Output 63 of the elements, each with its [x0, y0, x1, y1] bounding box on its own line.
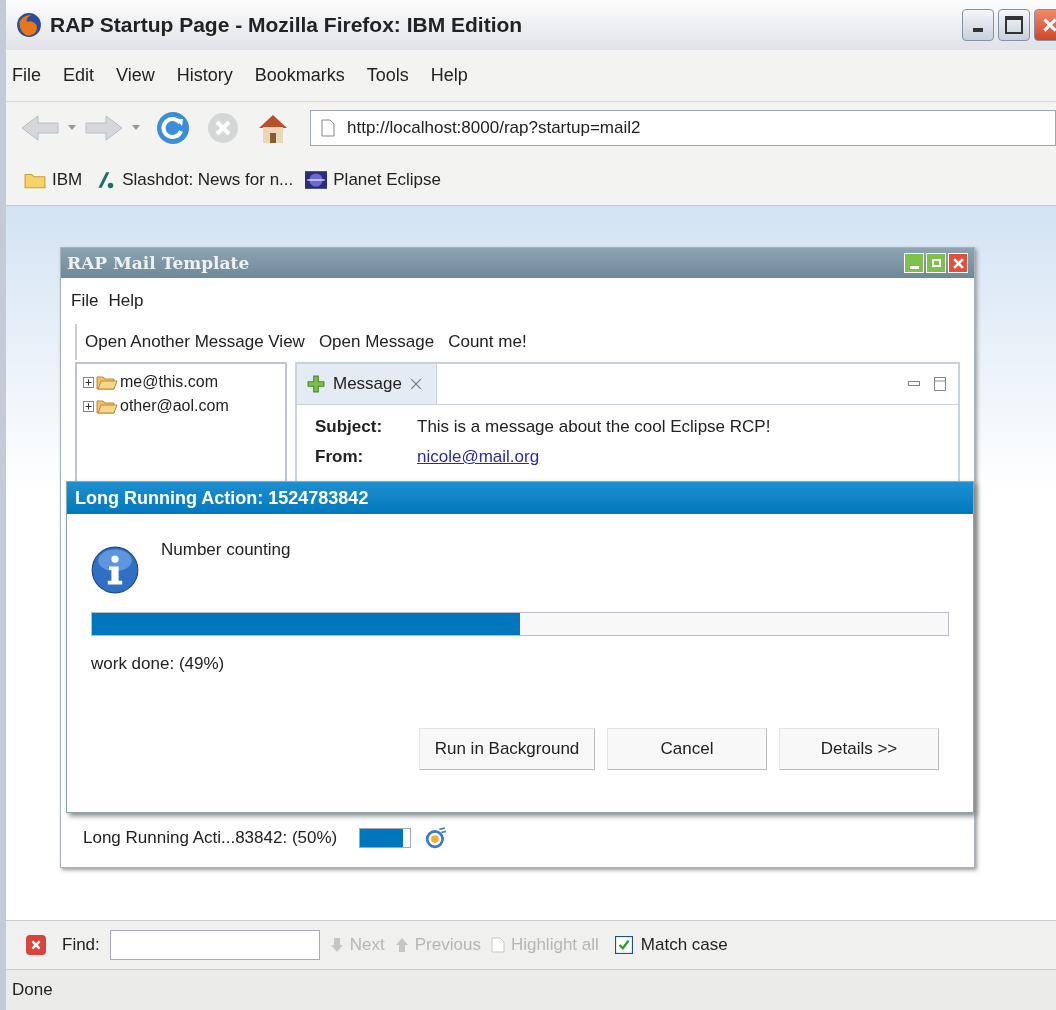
- page-icon: [490, 937, 505, 953]
- folder-icon: [96, 398, 118, 414]
- address-field[interactable]: http://localhost:8000/rap?startup=mail2: [310, 110, 1056, 146]
- window-title: RAP Mail Template: [67, 253, 251, 273]
- mini-progress-bar: [359, 828, 412, 848]
- bookmark-item[interactable]: IBM: [24, 169, 83, 190]
- menu-item[interactable]: History: [176, 65, 233, 86]
- up-arrow-icon: [394, 937, 409, 953]
- expander-icon[interactable]: [83, 400, 94, 412]
- progress-status: Long Running Acti...83842: (50%): [83, 828, 338, 848]
- minimize-icon[interactable]: [908, 381, 920, 387]
- planet-icon: [305, 170, 328, 189]
- menu-item[interactable]: Help: [430, 65, 468, 86]
- window-title: RAP Startup Page - Mozilla Firefox: IBM Edition: [50, 13, 524, 37]
- menu-item[interactable]: Bookmarks: [254, 65, 345, 86]
- menu-item[interactable]: Tools: [366, 65, 409, 86]
- dropdown-icon[interactable]: [132, 125, 140, 131]
- editor-tab[interactable]: Message: [297, 364, 437, 404]
- dialog-button[interactable]: Cancel: [607, 728, 767, 770]
- info-icon: [91, 546, 139, 594]
- close-button[interactable]: [26, 935, 46, 955]
- menu-item[interactable]: Edit: [63, 65, 95, 86]
- progress-icon[interactable]: [425, 827, 448, 849]
- checkbox[interactable]: [614, 936, 633, 954]
- progress-text: work done: (49%): [91, 654, 226, 674]
- maximize-icon[interactable]: [934, 377, 946, 391]
- folder-icon: [96, 374, 118, 390]
- dropdown-icon[interactable]: [68, 125, 76, 131]
- down-arrow-icon: [329, 937, 344, 953]
- dialog-button[interactable]: Details >>: [779, 728, 939, 770]
- tree-item[interactable]: me@this.com: [120, 373, 219, 391]
- checkbox-label[interactable]: Match case: [640, 935, 728, 955]
- menu-item[interactable]: View: [116, 65, 155, 86]
- field-label: From:: [315, 447, 365, 467]
- dialog-message: Number counting: [161, 540, 291, 561]
- close-icon: [952, 257, 964, 269]
- field-label: Subject:: [315, 417, 384, 437]
- plus-icon: [307, 375, 325, 393]
- minimize-button[interactable]: [962, 9, 994, 41]
- close-icon: [1043, 18, 1056, 32]
- expander-icon[interactable]: [83, 376, 94, 388]
- close-icon[interactable]: [410, 378, 422, 390]
- toolbar-button[interactable]: Count me!: [448, 332, 527, 352]
- find-field[interactable]: [109, 930, 320, 960]
- dialog-title: Long Running Action: 1524783842: [67, 482, 973, 514]
- menu-item[interactable]: Help: [108, 291, 144, 311]
- tree-item[interactable]: other@aol.com: [120, 397, 229, 415]
- browser-logo-icon: [16, 12, 42, 38]
- find-label: Find:: [62, 935, 100, 955]
- dialog-button[interactable]: Run in Background: [419, 728, 595, 770]
- close-icon: [30, 939, 42, 951]
- toolbar-button[interactable]: Open Another Message View: [85, 332, 305, 352]
- menu-item[interactable]: File: [12, 65, 41, 86]
- bookmark-item[interactable]: Planet Eclipse: [305, 169, 441, 190]
- status-text: Done: [12, 980, 53, 1000]
- field-value: This is a message about the cool Eclipse RCP!: [417, 417, 771, 437]
- bookmark-item[interactable]: Slashdot: News for n...: [94, 169, 294, 190]
- email-link[interactable]: nicole@mail.org: [417, 447, 540, 467]
- maximize-button[interactable]: [998, 9, 1030, 41]
- toolbar-button[interactable]: Open Message: [318, 332, 435, 352]
- reload-icon[interactable]: [156, 111, 190, 145]
- page-icon: [321, 119, 335, 137]
- menu-item[interactable]: File: [71, 291, 99, 311]
